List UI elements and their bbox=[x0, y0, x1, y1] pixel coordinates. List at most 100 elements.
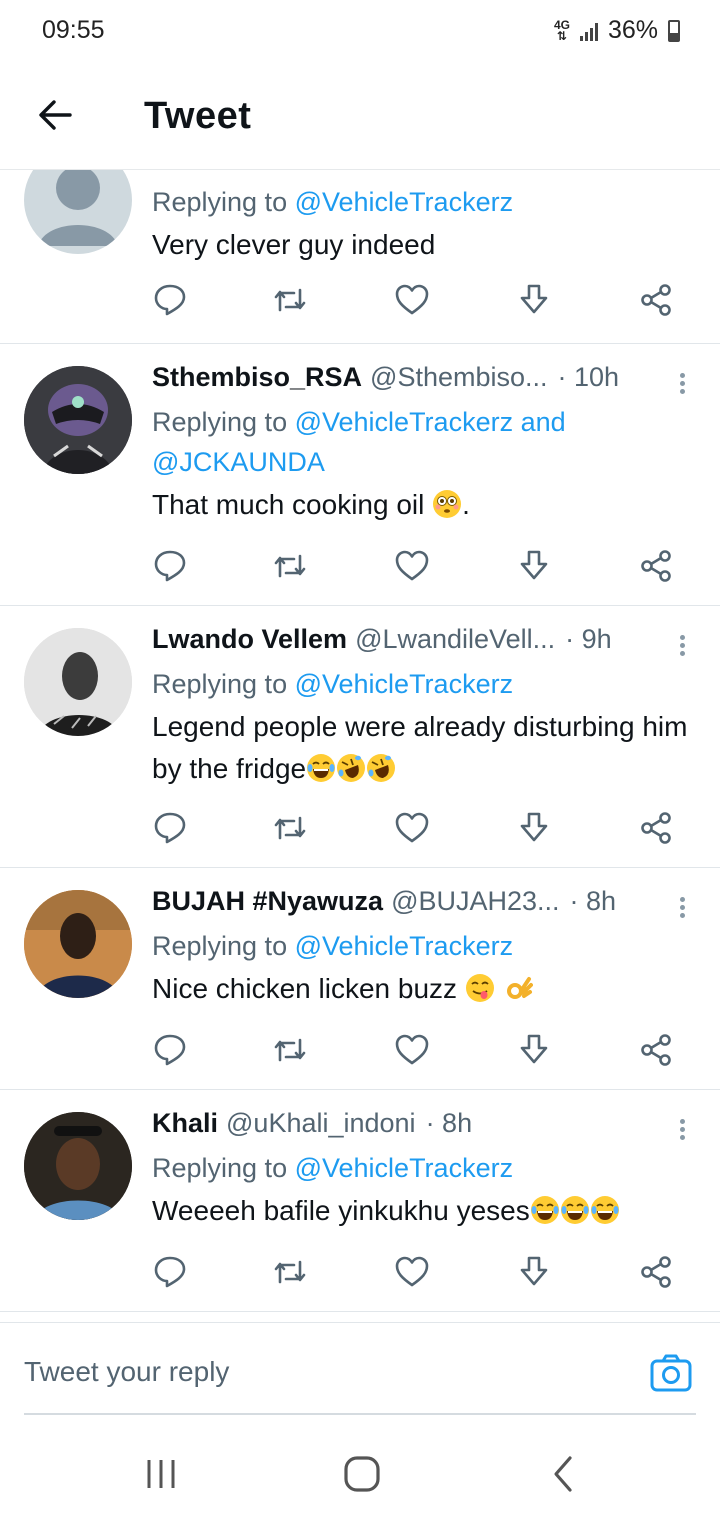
tweet-text-body: Nice chicken licken buzz bbox=[152, 973, 458, 1004]
reply-button[interactable] bbox=[152, 1254, 192, 1294]
avatar[interactable] bbox=[24, 1112, 132, 1220]
tweet-item[interactable]: Replying to @VehicleTrackerz Very clever… bbox=[0, 170, 720, 344]
joy-emoji-icon bbox=[307, 754, 336, 782]
tweet-item[interactable]: Lwando Vellem @LwandileVell... · 9h Repl… bbox=[0, 606, 720, 868]
download-icon bbox=[520, 1034, 548, 1064]
more-icon[interactable] bbox=[678, 370, 686, 398]
retweet-button[interactable] bbox=[272, 1254, 312, 1294]
download-icon bbox=[520, 1256, 548, 1286]
signal-icon bbox=[579, 21, 598, 41]
share-icon bbox=[641, 1034, 671, 1066]
back-arrow-icon[interactable] bbox=[36, 95, 76, 135]
download-button[interactable] bbox=[516, 1254, 556, 1294]
replying-prefix: Replying to bbox=[152, 187, 295, 217]
share-button[interactable] bbox=[638, 282, 678, 322]
like-button[interactable] bbox=[394, 282, 434, 322]
system-nav-bar bbox=[0, 1414, 720, 1520]
download-button[interactable] bbox=[516, 548, 556, 588]
display-name[interactable]: Khali bbox=[152, 1108, 218, 1139]
replying-prefix: Replying to bbox=[152, 1153, 295, 1183]
status-icons: 4G ⇅ 36% bbox=[554, 16, 680, 45]
display-name[interactable]: Sthembiso_RSA bbox=[152, 362, 362, 393]
more-icon[interactable] bbox=[678, 1116, 686, 1144]
home-icon[interactable] bbox=[342, 1454, 382, 1494]
reply-button[interactable] bbox=[152, 282, 192, 322]
tweet-time: · 8h bbox=[569, 886, 617, 916]
user-handle[interactable]: @Sthembiso... bbox=[370, 362, 547, 393]
tweet-item[interactable]: BUJAH #Nyawuza @BUJAH23... · 8h Replying… bbox=[0, 868, 720, 1090]
mention-link[interactable]: @VehicleTrackerz bbox=[295, 931, 513, 961]
page-title: Tweet bbox=[144, 95, 252, 137]
mention-link[interactable]: @VehicleTrackerz bbox=[295, 669, 513, 699]
user-handle[interactable]: @LwandileVell... bbox=[355, 624, 555, 655]
like-icon bbox=[395, 812, 429, 843]
person-avatar-icon bbox=[24, 890, 132, 998]
reply-input[interactable]: Tweet your reply bbox=[24, 1356, 229, 1388]
tweet-text: Legend people were already disturbing hi… bbox=[152, 706, 692, 790]
mention-link[interactable]: @VehicleTrackerz bbox=[295, 187, 513, 217]
like-button[interactable] bbox=[394, 810, 434, 850]
download-icon bbox=[520, 550, 548, 580]
replying-to: Replying to @VehicleTrackerz bbox=[152, 1148, 692, 1188]
reply-composer: Tweet your reply bbox=[0, 1322, 720, 1415]
reply-icon bbox=[154, 1034, 186, 1066]
avatar[interactable] bbox=[24, 890, 132, 998]
reply-button[interactable] bbox=[152, 548, 192, 588]
reply-icon bbox=[154, 284, 186, 316]
like-icon bbox=[395, 550, 429, 581]
helmet-avatar-icon bbox=[24, 366, 132, 474]
status-time: 09:55 bbox=[42, 16, 105, 44]
tweet-actions bbox=[152, 810, 692, 850]
tweet-actions bbox=[152, 1254, 692, 1294]
retweet-button[interactable] bbox=[272, 810, 312, 850]
battery-icon bbox=[668, 19, 680, 42]
camera-icon[interactable] bbox=[650, 1353, 692, 1393]
avatar[interactable] bbox=[24, 366, 132, 474]
replying-prefix: Replying to bbox=[152, 407, 295, 437]
mention-link[interactable]: @VehicleTrackerz bbox=[295, 1153, 513, 1183]
download-button[interactable] bbox=[516, 1032, 556, 1072]
mention-link[interactable]: @VehicleTrackerz and bbox=[295, 407, 566, 437]
reply-icon bbox=[154, 1256, 186, 1288]
tweet-item[interactable]: Khali @uKhali_indoni · 8h Replying to @V… bbox=[0, 1090, 720, 1312]
share-button[interactable] bbox=[638, 1254, 678, 1294]
network-icon: 4G ⇅ bbox=[553, 17, 570, 43]
app-bar: Tweet bbox=[0, 60, 720, 170]
like-icon bbox=[395, 284, 429, 315]
tweet-text-body: Weeeeh bafile yinkukhu yeses bbox=[152, 1195, 530, 1226]
display-name[interactable]: BUJAH #Nyawuza bbox=[152, 886, 383, 917]
display-name[interactable]: Lwando Vellem bbox=[152, 624, 347, 655]
battery-percent: 36% bbox=[607, 16, 658, 44]
status-bar: 09:55 4G ⇅ 36% bbox=[0, 0, 720, 60]
tweet-header: Sthembiso_RSA @Sthembiso... · 10h bbox=[152, 362, 692, 402]
user-handle[interactable]: @BUJAH23... bbox=[391, 886, 559, 917]
avatar[interactable] bbox=[24, 628, 132, 736]
avatar[interactable] bbox=[24, 170, 132, 254]
download-button[interactable] bbox=[516, 282, 556, 322]
share-button[interactable] bbox=[638, 810, 678, 850]
tweet-item[interactable]: Sthembiso_RSA @Sthembiso... · 10h Replyi… bbox=[0, 344, 720, 606]
retweet-button[interactable] bbox=[272, 1032, 312, 1072]
replying-to: Replying to @VehicleTrackerz and @JCKAUN… bbox=[152, 402, 692, 482]
more-icon[interactable] bbox=[678, 632, 686, 660]
download-button[interactable] bbox=[516, 810, 556, 850]
download-icon bbox=[520, 812, 548, 842]
share-button[interactable] bbox=[638, 1032, 678, 1072]
like-button[interactable] bbox=[394, 548, 434, 588]
like-button[interactable] bbox=[394, 1254, 434, 1294]
mention-link[interactable]: @JCKAUNDA bbox=[152, 447, 325, 477]
retweet-button[interactable] bbox=[272, 282, 312, 322]
ok-hand-emoji-icon bbox=[506, 977, 533, 999]
more-icon[interactable] bbox=[678, 894, 686, 922]
recent-apps-icon[interactable] bbox=[142, 1454, 182, 1494]
user-handle[interactable]: @uKhali_indoni bbox=[226, 1108, 416, 1139]
nav-back-icon[interactable] bbox=[544, 1454, 584, 1494]
reply-button[interactable] bbox=[152, 810, 192, 850]
reply-button[interactable] bbox=[152, 1032, 192, 1072]
tweet-text-suffix: . bbox=[462, 489, 470, 520]
like-button[interactable] bbox=[394, 1032, 434, 1072]
replying-to: Replying to @VehicleTrackerz bbox=[152, 182, 692, 222]
retweet-button[interactable] bbox=[272, 548, 312, 588]
retweet-icon bbox=[274, 288, 306, 312]
share-button[interactable] bbox=[638, 548, 678, 588]
